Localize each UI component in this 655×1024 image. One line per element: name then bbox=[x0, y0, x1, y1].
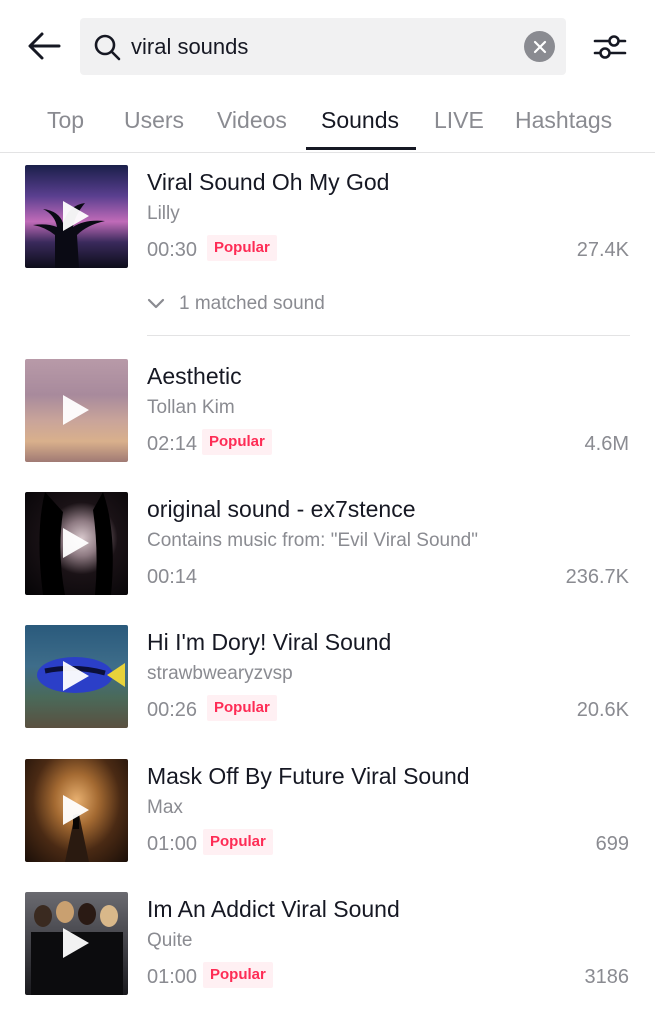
clear-search-button[interactable] bbox=[524, 31, 555, 62]
active-tab-indicator bbox=[306, 147, 416, 150]
filter-button[interactable] bbox=[588, 25, 632, 69]
sound-duration: 00:26 bbox=[147, 699, 198, 721]
usage-count: 20.6K bbox=[576, 699, 629, 721]
play-icon bbox=[63, 661, 89, 691]
play-icon bbox=[63, 528, 89, 558]
back-button[interactable] bbox=[22, 24, 66, 68]
sound-title: Mask Off By Future Viral Sound bbox=[147, 763, 470, 789]
sliders-icon bbox=[593, 35, 627, 59]
tab-sounds[interactable]: Sounds bbox=[321, 95, 399, 152]
usage-count: 27.4K bbox=[576, 239, 629, 261]
popular-badge: Popular bbox=[207, 235, 277, 261]
sound-title: Aesthetic bbox=[147, 363, 242, 389]
sound-author: Max bbox=[147, 797, 183, 818]
sound-thumbnail[interactable] bbox=[25, 759, 128, 862]
search-input[interactable] bbox=[131, 18, 511, 75]
sound-title: original sound - ex7stence bbox=[147, 496, 416, 522]
search-box[interactable] bbox=[80, 18, 566, 75]
sound-thumbnail[interactable] bbox=[25, 892, 128, 995]
sound-duration: 00:14 bbox=[147, 566, 198, 588]
sound-author: Tollan Kim bbox=[147, 397, 235, 418]
sound-title: Hi I'm Dory! Viral Sound bbox=[147, 629, 392, 655]
chevron-down-icon bbox=[147, 298, 165, 309]
matched-sound-toggle[interactable]: 1 matched sound bbox=[147, 293, 325, 315]
close-icon bbox=[533, 40, 546, 53]
sound-thumbnail[interactable] bbox=[25, 492, 128, 595]
search-icon bbox=[94, 34, 121, 61]
sound-author: strawbwearyzvsp bbox=[147, 663, 293, 684]
popular-badge: Popular bbox=[207, 695, 277, 721]
sound-thumbnail[interactable] bbox=[25, 625, 128, 728]
search-header bbox=[0, 0, 655, 95]
usage-count: 3186 bbox=[584, 966, 630, 988]
matched-sound-label: 1 matched sound bbox=[179, 293, 325, 314]
sound-title: Im An Addict Viral Sound bbox=[147, 896, 400, 922]
sound-author: Contains music from: "Evil Viral Sound" bbox=[147, 530, 478, 551]
popular-badge: Popular bbox=[202, 429, 272, 455]
arrow-left-icon bbox=[28, 32, 61, 60]
sound-title: Viral Sound Oh My God bbox=[147, 169, 390, 195]
popular-badge: Popular bbox=[203, 962, 273, 988]
result-tabs: Top Users Videos Sounds LIVE Hashtags bbox=[0, 95, 655, 153]
popular-badge: Popular bbox=[203, 829, 273, 855]
tab-hashtags[interactable]: Hashtags bbox=[515, 95, 612, 152]
tab-videos[interactable]: Videos bbox=[217, 95, 287, 152]
tab-users[interactable]: Users bbox=[124, 95, 184, 152]
play-icon bbox=[63, 395, 89, 425]
sound-duration: 01:00 bbox=[147, 966, 198, 988]
usage-count: 4.6M bbox=[584, 433, 629, 455]
sound-duration: 00:30 bbox=[147, 239, 198, 261]
sound-author: Lilly bbox=[147, 203, 180, 224]
play-icon bbox=[63, 201, 89, 231]
play-icon bbox=[63, 795, 89, 825]
sound-thumbnail[interactable] bbox=[25, 165, 128, 268]
play-icon bbox=[63, 928, 89, 958]
sound-duration: 02:14 bbox=[147, 433, 198, 455]
sound-author: Quite bbox=[147, 930, 193, 951]
sound-thumbnail[interactable] bbox=[25, 359, 128, 462]
divider bbox=[147, 335, 630, 336]
tab-live[interactable]: LIVE bbox=[434, 95, 484, 152]
sound-duration: 01:00 bbox=[147, 833, 198, 855]
tab-top[interactable]: Top bbox=[47, 95, 84, 152]
usage-count: 699 bbox=[595, 833, 629, 855]
usage-count: 236.7K bbox=[565, 566, 629, 588]
